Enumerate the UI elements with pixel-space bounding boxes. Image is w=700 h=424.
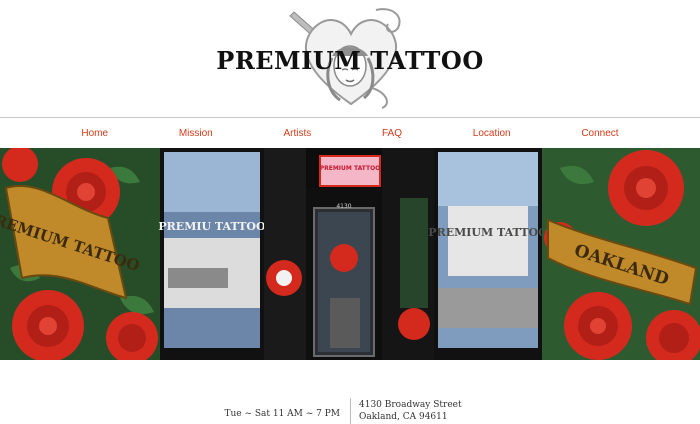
nav-location[interactable]: Location: [473, 128, 511, 139]
door-address-number: 4130: [336, 203, 351, 210]
nav-mission[interactable]: Mission: [179, 128, 213, 139]
storefront-photo: PREMIUM TATTOO PREMIU TATTOO 4130 PREMIU…: [0, 148, 700, 360]
nav-connect[interactable]: Connect: [581, 128, 618, 139]
site-header: PREMIUM TATTOO: [0, 0, 700, 117]
storefront-illustration: PREMIUM TATTOO PREMIU TATTOO 4130 PREMIU…: [0, 148, 700, 360]
footer-divider: [350, 398, 351, 424]
window-reflection-lettering-right: PREMIUM TATTOO: [428, 226, 548, 239]
nav-home[interactable]: Home: [81, 128, 108, 139]
window-reflection-lettering: PREMIU TATTOO: [158, 220, 266, 233]
main-nav: Home Mission Artists FAQ Location Connec…: [0, 118, 700, 148]
neon-sign-text: PREMIUM TATTOO: [320, 165, 381, 172]
address-line-1: 4130 Broadway Street: [359, 400, 462, 410]
nav-artists[interactable]: Artists: [283, 128, 311, 139]
brand-title[interactable]: PREMIUM TATTOO: [0, 46, 700, 75]
business-hours: Tue ~ Sat 11 AM ~ 7 PM: [224, 409, 340, 419]
address-block: 4130 Broadway Street Oakland, CA 94611: [359, 399, 462, 423]
address-line-2: Oakland, CA 94611: [359, 412, 448, 422]
nav-faq[interactable]: FAQ: [382, 128, 402, 139]
site-footer: Tue ~ Sat 11 AM ~ 7 PM 4130 Broadway Str…: [0, 360, 700, 424]
